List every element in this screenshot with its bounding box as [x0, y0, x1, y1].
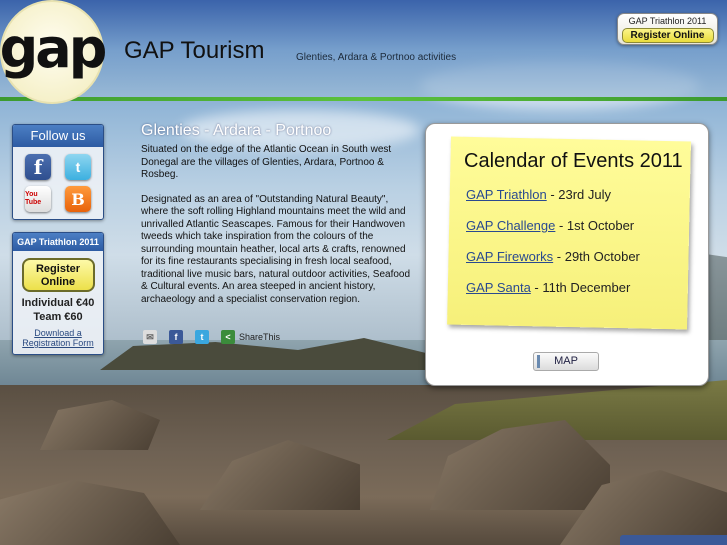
event-item: GAP Fireworks - 29th October [466, 249, 640, 264]
event-item: GAP Santa - 11th December [466, 280, 630, 295]
page-title: Glenties - Ardara - Portnoo [141, 122, 332, 139]
event-link-santa[interactable]: GAP Santa [466, 280, 531, 295]
triathlon-register-title: GAP Triathlon 2011 [628, 16, 707, 26]
facebook-share-icon[interactable]: f [169, 330, 183, 344]
logo-text: gap [0, 16, 107, 80]
event-item: GAP Challenge - 1st October [466, 218, 634, 233]
triathlon-panel-body: Register Online Individual €40 Team €60 … [13, 251, 103, 354]
facebook-icon[interactable]: f [25, 154, 51, 180]
intro-paragraph: Situated on the edge of the Atlantic Oce… [141, 144, 392, 180]
facebook-tab[interactable] [620, 535, 727, 545]
event-date: - 23rd July [546, 187, 612, 202]
calendar-title: Calendar of Events 2011 [464, 150, 683, 172]
triathlon-panel: GAP Triathlon 2011 Register Online Indiv… [12, 232, 104, 355]
event-link-challenge[interactable]: GAP Challenge [466, 218, 555, 233]
download-registration-form-link[interactable]: Download a Registration Form [18, 328, 98, 348]
event-date: - 1st October [555, 218, 635, 233]
team-price: Team €60 [33, 311, 83, 323]
sharethis-icon[interactable]: < [221, 330, 235, 344]
main-content: Glenties - Ardara - Portnoo Situated on … [141, 122, 411, 318]
twitter-icon[interactable]: t [65, 154, 91, 180]
youtube-icon-label: You Tube [25, 191, 42, 206]
event-date: - 29th October [553, 249, 640, 264]
email-icon[interactable]: ✉ [143, 330, 157, 344]
follow-us-title: Follow us [13, 125, 103, 147]
event-link-fireworks[interactable]: GAP Fireworks [466, 249, 553, 264]
share-bar: ✉ f t < ShareThis [143, 330, 280, 344]
twitter-share-icon[interactable]: t [195, 330, 209, 344]
map-button[interactable]: MAP [533, 352, 599, 371]
event-link-triathlon[interactable]: GAP Triathlon [466, 187, 547, 202]
site-title: GAP Tourism [124, 37, 265, 64]
social-links: f t You Tube B [13, 147, 103, 219]
individual-price: Individual €40 [21, 297, 95, 309]
sidebar-register-online-button[interactable]: Register Online [21, 258, 95, 292]
follow-us-panel: Follow us f t You Tube B [12, 124, 104, 220]
sharethis-link[interactable]: ShareThis [239, 332, 280, 342]
header-divider [0, 97, 727, 101]
description-paragraph: Designated as an area of "Outstanding Na… [141, 193, 411, 305]
triathlon-panel-title: GAP Triathlon 2011 [13, 233, 103, 251]
youtube-icon[interactable]: You Tube [25, 186, 51, 212]
gap-logo[interactable]: gap [0, 0, 107, 104]
event-item: GAP Triathlon - 23rd July [466, 187, 611, 202]
sidebar: Follow us f t You Tube B GAP Triathlon 2… [12, 124, 104, 355]
register-online-button[interactable]: Register Online [621, 28, 714, 43]
site-subtitle: Glenties, Ardara & Portnoo activities [296, 52, 457, 63]
event-date: - 11th December [530, 280, 631, 295]
triathlon-register-box: GAP Triathlon 2011 Register Online [617, 13, 718, 45]
blogger-icon[interactable]: B [65, 186, 91, 212]
